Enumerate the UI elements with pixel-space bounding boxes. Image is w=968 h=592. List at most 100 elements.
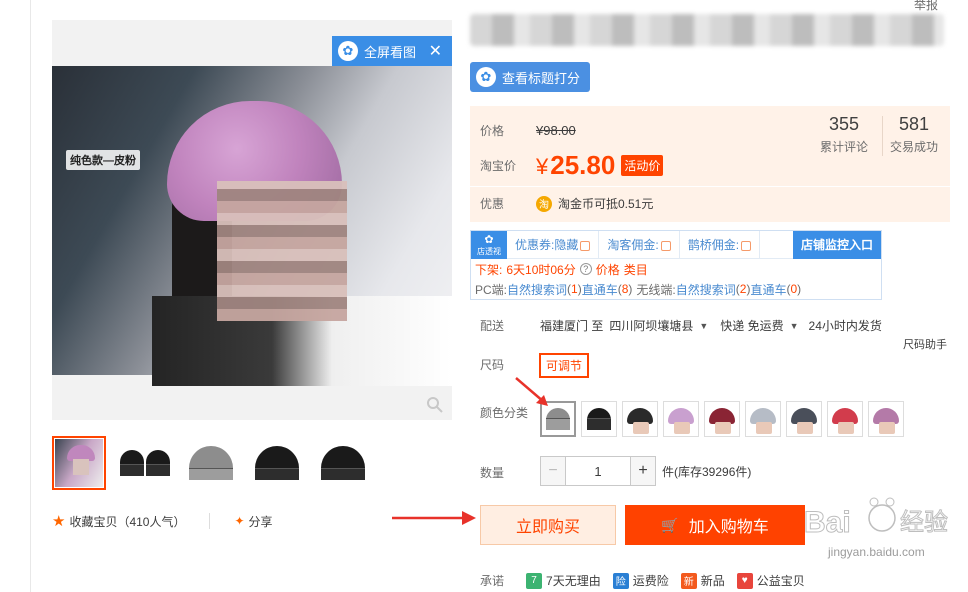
svg-text:Bai: Bai (804, 506, 851, 539)
main-product-image[interactable]: 纯色款—皮粉 ✿ 全屏看图 ✕ (52, 20, 452, 420)
ship-to-select[interactable]: 四川阿坝壤塘县 (609, 317, 693, 334)
color-swatch-6[interactable] (745, 401, 781, 437)
promo-label: 优惠 (480, 197, 505, 211)
decrease-button[interactable]: − (540, 456, 566, 486)
promise-new[interactable]: 新新品 (680, 572, 725, 589)
lock-icon (741, 240, 752, 251)
blurred-product-title (470, 14, 944, 46)
favorite-link[interactable]: 收藏宝贝（410人气） (69, 513, 185, 530)
taojinbi-coin-icon: 淘 (536, 195, 552, 212)
baidu-jingyan-watermark: Bai 经验 (804, 497, 949, 540)
thumbnail-3[interactable] (184, 436, 238, 490)
annotation-arrow-swatch (515, 377, 548, 406)
color-swatch-5[interactable] (704, 401, 740, 437)
product-photo: 纯色款—皮粉 (52, 66, 452, 386)
squirrel-logo-icon: ✿ (476, 67, 496, 87)
thumbnail-4[interactable] (250, 436, 304, 490)
lock-icon (660, 240, 671, 251)
promo-text: 淘金币可抵0.51元 (558, 197, 654, 211)
list-price: ¥98.00 (536, 123, 576, 138)
watermark-url: jingyan.baidu.com (828, 545, 925, 559)
shipping-method[interactable]: 快递 免运费 (720, 317, 783, 334)
price-panel: 价格 ¥98.00 淘宝价 ¥25.80 活动价 355 累计评论 581 交易… (470, 106, 950, 222)
current-price: ¥25.80 (536, 150, 616, 180)
color-swatch-8[interactable] (827, 401, 863, 437)
increase-button[interactable]: + (630, 456, 656, 486)
reviews-stat[interactable]: 355 累计评论 (820, 114, 868, 155)
annotation-arrow-buy (392, 511, 476, 525)
color-swatch-3[interactable] (622, 401, 658, 437)
star-icon[interactable]: ★ (52, 512, 65, 530)
lock-icon (580, 240, 591, 251)
deals-stat[interactable]: 581 交易成功 (890, 114, 938, 155)
fullscreen-button[interactable]: ✿ 全屏看图 ✕ (332, 36, 452, 66)
thumbnail-5[interactable] (316, 436, 370, 490)
view-title-score-button[interactable]: ✿ 查看标题打分 (470, 62, 590, 92)
tab-taoke-commission[interactable]: 淘客佣金: (599, 230, 680, 259)
delivery-label: 配送 (480, 319, 505, 333)
pc-train-link[interactable]: 直通车 (582, 281, 618, 298)
buy-now-button[interactable]: 立即购买 (480, 505, 616, 545)
7day-return-icon: 7 (526, 572, 543, 589)
share-icon[interactable]: ✦ (234, 514, 244, 528)
thumbnail-2[interactable] (118, 436, 172, 490)
report-link[interactable]: 举报 (914, 0, 938, 13)
quantity-input[interactable]: 1 (566, 456, 630, 486)
promise-shipping-insurance[interactable]: 险运费险 (612, 572, 669, 589)
activity-price-badge: 活动价 (621, 155, 664, 176)
delivery-info: 福建厦门 至 四川阿坝壤塘县 ▼ 快递 免运费 ▼ 24小时内发货 (540, 317, 882, 334)
wl-natural-search-link[interactable]: 自然搜索词 (676, 281, 736, 298)
insurance-icon: 险 (612, 572, 629, 589)
color-swatch-7[interactable] (786, 401, 822, 437)
thumbnail-1[interactable] (52, 436, 106, 490)
chevron-down-icon[interactable]: ▼ (790, 321, 799, 331)
quantity-label: 数量 (480, 466, 505, 480)
stock-info: 件(库存39296件) (662, 464, 752, 479)
quantity-stepper: − 1 + 件(库存39296件) (540, 456, 751, 486)
svg-text:经验: 经验 (900, 508, 948, 536)
shop-insight-plugin: ✿ 店透视 优惠券:隐藏 淘客佣金: 鹊桥佣金: 店铺监控入口 下架: 6天10… (470, 230, 882, 300)
taobao-price-label: 淘宝价 (480, 159, 517, 173)
add-to-cart-label: 加入购物车 (688, 519, 769, 536)
promise-7day[interactable]: 7 7天无理由 (526, 572, 601, 589)
fullscreen-label: 全屏看图 (364, 44, 417, 60)
pixelated-face (217, 181, 347, 321)
shop-monitor-button[interactable]: 店铺监控入口 (792, 230, 881, 259)
plugin-line-offshelf: 下架: 6天10时06分 ? 价格 类目 (475, 261, 648, 278)
chevron-down-icon[interactable]: ▼ (699, 321, 708, 331)
divider (209, 513, 211, 529)
tab-coupon[interactable]: 优惠券:隐藏 (507, 230, 600, 259)
favorite-share-bar: ★ 收藏宝贝（410人气） ✦ 分享 (52, 512, 273, 530)
cart-icon: 🛒 (661, 516, 679, 533)
thumbnail-strip (52, 436, 370, 490)
promo-divider (470, 186, 950, 187)
squirrel-logo-icon: ✿ (338, 41, 358, 61)
charity-heart-icon: ♥ (736, 572, 753, 589)
color-swatches (540, 401, 904, 437)
dispatch-time: 24小时内发货 (808, 319, 882, 333)
pc-natural-search-link[interactable]: 自然搜索词 (507, 281, 567, 298)
ship-from: 福建厦门 至 (540, 319, 604, 333)
close-icon[interactable]: ✕ (429, 41, 442, 61)
share-link[interactable]: 分享 (249, 513, 273, 530)
list-price-label: 价格 (480, 124, 505, 138)
variant-tag: 纯色款—皮粉 (66, 150, 140, 170)
zoom-icon[interactable] (426, 396, 444, 414)
stat-divider (882, 116, 883, 156)
plugin-logo: ✿ 店透视 (471, 230, 507, 259)
help-icon[interactable]: ? (579, 263, 592, 275)
plugin-line-keywords: PC端: 自然搜索词 (1) 直通车 (8) 无线端: 自然搜索词 (2) 直通… (475, 281, 802, 298)
price-link[interactable]: 价格 (596, 261, 620, 278)
tab-queqiao-commission[interactable]: 鹊桥佣金: (680, 230, 761, 259)
color-swatch-9[interactable] (868, 401, 904, 437)
size-label: 尺码 (480, 358, 505, 372)
color-swatch-4[interactable] (663, 401, 699, 437)
promise-label: 承诺 (480, 574, 505, 588)
promise-charity[interactable]: ♥ 公益宝贝 (736, 572, 805, 589)
category-link[interactable]: 类目 (624, 261, 648, 278)
color-swatch-black[interactable] (581, 401, 617, 437)
size-helper-link[interactable]: 尺码助手 (903, 336, 947, 352)
add-to-cart-button[interactable]: 🛒 加入购物车 (625, 505, 805, 545)
wl-train-link[interactable]: 直通车 (750, 281, 786, 298)
view-title-score-label: 查看标题打分 (502, 70, 581, 86)
